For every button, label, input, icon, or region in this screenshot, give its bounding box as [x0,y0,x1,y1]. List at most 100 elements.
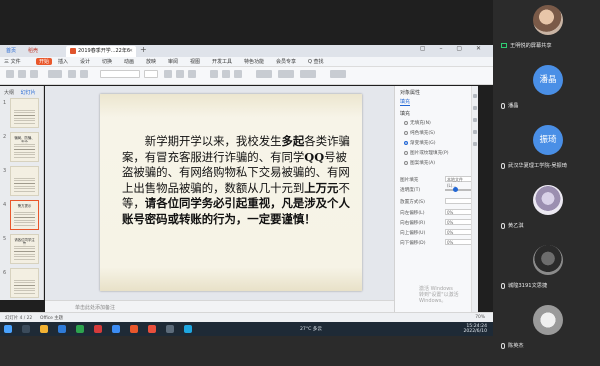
tab-slides[interactable]: 幻灯片 [21,90,36,96]
ribbon-tab-9[interactable]: 开发工具 [212,58,232,65]
app-icon[interactable] [148,325,156,333]
align-left-icon[interactable] [210,70,218,78]
app-icon-2[interactable] [166,325,174,333]
wechat-icon[interactable] [76,325,84,333]
close-icon[interactable]: ✕ [129,46,133,57]
fill-option-radio[interactable]: 无填充(N) [404,120,431,126]
ribbon-tabs: 三 文件 开始 插入 设计 切换 动画 放映 审阅 视图 开发工具 特色功能 会员专享 Q 查找 [0,57,493,67]
fill-option-radio[interactable]: 渐变填充(G) [404,140,436,146]
align-center-icon[interactable] [222,70,230,78]
microphone-icon [501,222,505,229]
ribbon-tab-2[interactable]: 插入 [58,58,68,65]
paste-icon[interactable] [6,70,14,78]
cut-icon[interactable] [18,70,26,78]
app-icon-3[interactable] [184,325,192,333]
current-slide[interactable]: 新学期开学以来，我校发生多起各类诈骗案，有冒充客服进行诈骗的、有同学QQ号被盗被… [100,94,362,291]
more-icon[interactable] [473,142,477,146]
reset-icon[interactable] [80,70,88,78]
arrange-icon[interactable] [300,70,316,78]
ppt-taskbar-icon[interactable] [130,325,138,333]
meeting-icon[interactable] [112,325,120,333]
tile-mode-select[interactable] [445,198,473,204]
effects-icon[interactable] [473,130,477,134]
avatar: 潘晶 [533,65,563,95]
new-tab-icon[interactable]: + [140,45,147,54]
tab-document[interactable]: 2019春季开学...22年6月10日 ✕ [66,46,136,65]
ribbon-tab-12[interactable]: Q 查找 [308,58,324,65]
slide-thumbnail[interactable] [10,268,39,298]
ribbon-tab-4[interactable]: 切换 [102,58,112,65]
fill-option-label: 纯色填充(S) [410,131,435,136]
underline-icon[interactable] [188,70,196,78]
search-icon[interactable] [22,325,30,333]
tab-home[interactable]: 首页 [2,46,22,57]
ribbon-tab-8[interactable]: 视图 [190,58,200,65]
bold-icon[interactable] [164,70,172,78]
slide-thumbnail[interactable]: 警方提示 [10,200,39,230]
avatar [533,5,563,35]
transparency-slider[interactable] [445,187,471,192]
ribbon-tab-7[interactable]: 审阅 [168,58,178,65]
offset-input[interactable]: 0% [445,229,473,235]
participant-name-text: 陈英杰 [508,343,524,349]
font-size-select[interactable] [144,70,158,78]
font-select[interactable] [100,70,140,78]
layout-icon[interactable] [68,70,76,78]
tab-outline[interactable]: 大纲 [4,90,14,96]
slide-thumbnail-text [14,108,35,124]
offset-input[interactable]: 0% [445,239,473,245]
slide-number: 6 [3,270,7,276]
ribbon-tab-10[interactable]: 特色功能 [244,58,264,65]
start-icon[interactable] [4,325,12,333]
format-painter-icon[interactable] [30,70,38,78]
slide-body-text[interactable]: 新学期开学以来，我校发生多起各类诈骗案，有冒充客服进行诈骗的、有同学QQ号被盗被… [122,134,356,228]
style-icon[interactable] [473,118,477,122]
participant-card[interactable]: 陈英杰 [493,300,600,360]
zoom-level[interactable]: 70% [475,315,485,320]
shape-icon[interactable] [278,70,294,78]
offset-input[interactable]: 0% [445,209,473,215]
align-right-icon[interactable] [234,70,242,78]
ribbon-tab-0[interactable]: 三 文件 [4,58,21,65]
find-replace-icon[interactable] [330,70,346,78]
ribbon-tab-5[interactable]: 动画 [124,58,134,65]
ribbon-tab-6[interactable]: 放映 [146,58,156,65]
system-clock[interactable]: 15:24:24 2022/6/10 [463,324,487,334]
participant-card[interactable]: 王明悦的屏幕共享 [493,0,600,60]
participant-card[interactable]: 振琦 武汉华夏理工学院-吴振琦 [493,120,600,180]
slide-thumbnail[interactable] [10,166,39,196]
slide-number: 5 [3,236,7,242]
wps-icon[interactable] [94,325,102,333]
slide-thumbnail[interactable]: 请各位同学注意 [10,234,39,264]
offset-input[interactable]: 0% [445,219,473,225]
ribbon-tab-3[interactable]: 设计 [80,58,90,65]
activate-line-2: 转到"设置"以激活 Windows。 [419,292,459,304]
slide-thumbnail-title: 警方提示 [17,204,32,208]
textbox-icon[interactable] [256,70,272,78]
fill-source-select[interactable]: 本地文件(L)... [445,176,473,188]
slide-counter: 幻灯片 4 / 22 [5,316,33,321]
folder-icon[interactable] [40,325,48,333]
app-tab-bar: 首页 稻壳 2019春季开学...22年6月10日 ✕ + ▢ – ▢ ✕ [0,45,493,65]
fill-option-radio[interactable]: 纯色填充(S) [404,130,435,136]
fill-option-radio[interactable]: 图片或纹理填充(P) [404,150,449,156]
microphone-icon [501,162,505,169]
fill-option-radio[interactable]: 图案填充(A) [404,160,435,166]
ribbon-tab-1[interactable]: 开始 [36,58,53,65]
tab-wps[interactable]: 稻壳 [24,46,48,57]
ribbon-tab-11[interactable]: 会员专享 [276,58,296,65]
tab-fill[interactable]: 填充 [400,98,411,106]
slide-thumbnail[interactable]: 骗局、防骗、安全 [10,132,39,162]
transparency-label: 透明度(T) [400,188,421,193]
participant-card[interactable]: 潘晶 潘晶 [493,60,600,120]
participant-card[interactable]: 黄乙淇 [493,180,600,240]
slide-thumbnail[interactable] [10,98,39,128]
browser-icon[interactable] [58,325,66,333]
new-slide-icon[interactable] [48,70,62,78]
properties-icon[interactable] [473,94,477,98]
animation-icon[interactable] [473,106,477,110]
participant-card[interactable]: 城隍3191文思捷 [493,240,600,300]
window-controls[interactable]: ▢ – ▢ ✕ [420,45,487,52]
italic-icon[interactable] [176,70,184,78]
notes-input[interactable]: 单击此处添加备注 [45,300,394,312]
